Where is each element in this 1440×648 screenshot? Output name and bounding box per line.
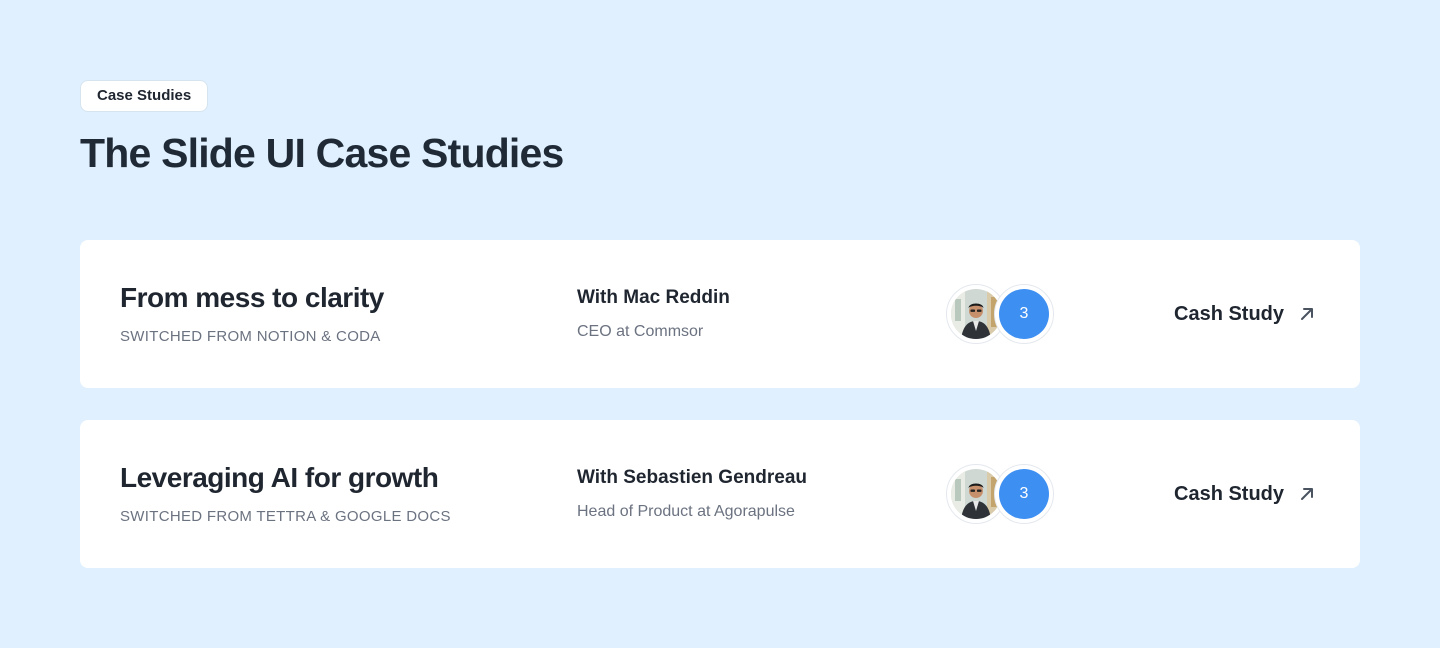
- section-badge: Case Studies: [80, 80, 209, 112]
- page-title: The Slide UI Case Studies: [80, 130, 564, 176]
- avatar-count-value: 3: [999, 289, 1049, 339]
- case-subhead: SWITCHED FROM TETTRA & GOOGLE DOCS: [120, 508, 451, 525]
- case-study-link-label: Cash Study: [1174, 482, 1285, 505]
- arrow-up-right-icon: [1301, 488, 1314, 500]
- avatar-group: 3: [946, 284, 1058, 344]
- case-study-link-label: Cash Study: [1174, 302, 1285, 325]
- case-subhead: SWITCHED FROM NOTION & CODA: [120, 328, 381, 345]
- case-study-link[interactable]: Cash Study: [1174, 480, 1316, 508]
- person-role: Head of Product at Agorapulse: [577, 503, 795, 520]
- avatar-group: 3: [946, 464, 1058, 524]
- case-study-card: Leveraging AI for growth SWITCHED FROM T…: [80, 420, 1360, 568]
- person-role: CEO at Commsor: [577, 323, 704, 340]
- case-headline: Leveraging AI for growth: [120, 462, 439, 493]
- avatar-count: 3: [994, 464, 1054, 524]
- person-name: With Sebastien Gendreau: [577, 467, 807, 488]
- case-headline: From mess to clarity: [120, 282, 384, 313]
- case-study-link[interactable]: Cash Study: [1174, 300, 1316, 328]
- person-name: With Mac Reddin: [577, 287, 730, 308]
- arrow-up-right-icon: [1301, 308, 1314, 320]
- avatar-count: 3: [994, 284, 1054, 344]
- avatar-count-value: 3: [999, 469, 1049, 519]
- case-study-card: From mess to clarity SWITCHED FROM NOTIO…: [80, 240, 1360, 388]
